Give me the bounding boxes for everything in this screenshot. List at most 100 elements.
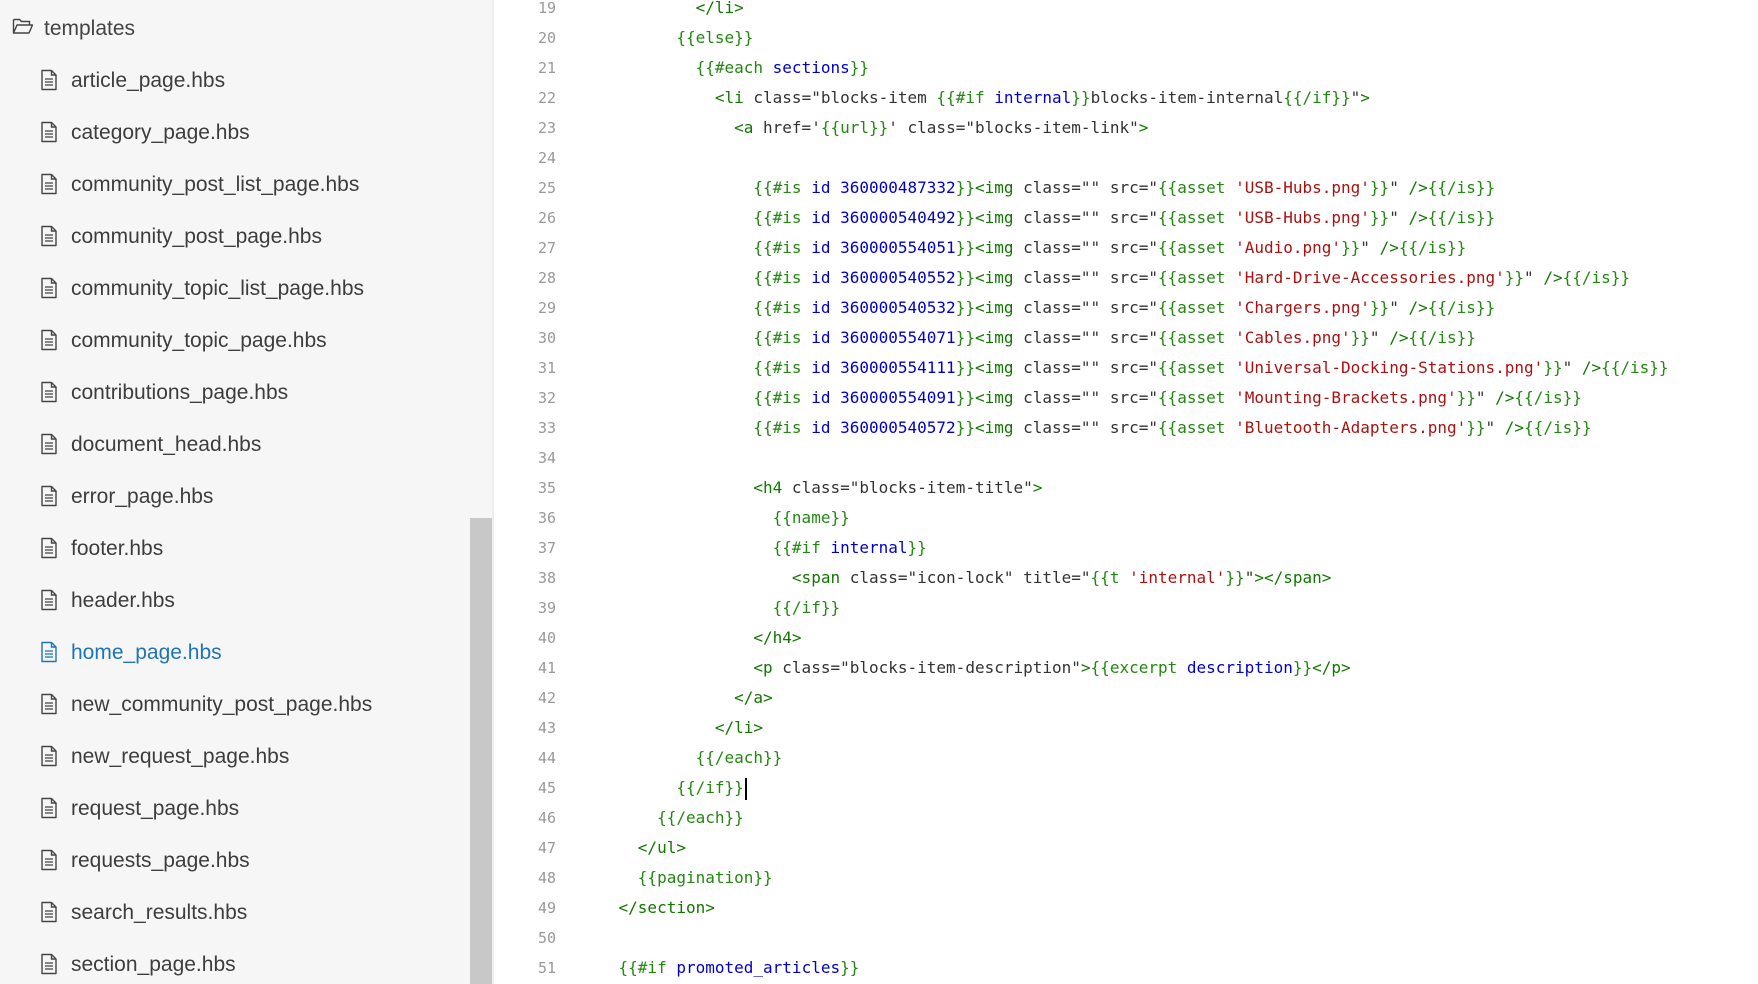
- line-code: </li>: [714, 718, 764, 737]
- code-line[interactable]: 21 {{#each sections}}: [494, 53, 1669, 83]
- code-line[interactable]: 44 {{/each}}: [494, 743, 1669, 773]
- file-item-header-hbs[interactable]: header.hbs: [40, 575, 372, 627]
- code-line[interactable]: 28 {{#is id 360000540552}}<img class="" …: [494, 263, 1669, 293]
- line-code: {{/each}}: [657, 808, 744, 827]
- file-item-contributions-page-hbs[interactable]: contributions_page.hbs: [40, 367, 372, 419]
- line-number: 24: [537, 149, 556, 167]
- line-number: 35: [537, 479, 556, 497]
- code-line[interactable]: 24: [494, 143, 1669, 173]
- line-code: {{#each sections}}: [695, 58, 869, 77]
- file-item-document-head-hbs[interactable]: document_head.hbs: [40, 419, 372, 471]
- code-line[interactable]: 19 </li>: [494, 0, 1669, 23]
- file-icon: [40, 797, 60, 821]
- code-line[interactable]: 38 <span class="icon-lock" title="{{t 'i…: [494, 563, 1669, 593]
- code-line[interactable]: 49 </section>: [494, 893, 1669, 923]
- file-item-error-page-hbs[interactable]: error_page.hbs: [40, 471, 372, 523]
- file-item-requests-page-hbs[interactable]: requests_page.hbs: [40, 835, 372, 887]
- line-number: 25: [537, 179, 556, 197]
- code-line[interactable]: 22 <li class="blocks-item {{#if internal…: [494, 83, 1669, 113]
- code-line[interactable]: 27 {{#is id 360000554051}}<img class="" …: [494, 233, 1669, 263]
- code-line[interactable]: 45 {{/if}}: [494, 773, 1669, 803]
- folder-label: templates: [44, 17, 136, 40]
- line-code: {{name}}: [772, 508, 850, 527]
- code-line[interactable]: 47 </ul>: [494, 833, 1669, 863]
- code-line[interactable]: 48 {{pagination}}: [494, 863, 1669, 893]
- file-tree-sidebar: templates article_page.hbs category_page.…: [0, 0, 470, 984]
- file-item-new-request-page-hbs[interactable]: new_request_page.hbs: [40, 731, 372, 783]
- file-label: section_page.hbs: [71, 953, 236, 976]
- file-label: community_topic_page.hbs: [71, 329, 327, 352]
- line-code: <a href='{{url}}' class="blocks-item-lin…: [734, 118, 1149, 137]
- code-line[interactable]: 30 {{#is id 360000554071}}<img class="" …: [494, 323, 1669, 353]
- code-line[interactable]: 34: [494, 443, 1669, 473]
- code-line[interactable]: 40 </h4>: [494, 623, 1669, 653]
- line-number: 38: [537, 569, 556, 587]
- code-line[interactable]: 31 {{#is id 360000554111}}<img class="" …: [494, 353, 1669, 383]
- line-code: {{/if}}: [580, 773, 747, 803]
- line-code: {{#is id 360000540532}}<img class="" src…: [753, 298, 1496, 317]
- code-line[interactable]: 37 {{#if internal}}: [494, 533, 1669, 563]
- file-item-community-post-list-page-hbs[interactable]: community_post_list_page.hbs: [40, 159, 372, 211]
- line-number: 48: [537, 869, 556, 887]
- file-item-category-page-hbs[interactable]: category_page.hbs: [40, 107, 372, 159]
- file-label: community_post_page.hbs: [71, 225, 322, 248]
- line-number: 37: [537, 539, 556, 557]
- file-item-footer-hbs[interactable]: footer.hbs: [40, 523, 372, 575]
- file-list: article_page.hbs category_page.hbs communi…: [40, 55, 372, 984]
- file-icon: [40, 641, 60, 665]
- line-number: 45: [537, 779, 556, 797]
- code-line[interactable]: 42 </a>: [494, 683, 1669, 713]
- line-code: </ul>: [637, 838, 686, 857]
- code-line[interactable]: 32 {{#is id 360000554091}}<img class="" …: [494, 383, 1669, 413]
- code-line[interactable]: 50: [494, 923, 1669, 953]
- line-number: 29: [537, 299, 556, 317]
- file-item-new-community-post-page-hbs[interactable]: new_community_post_page.hbs: [40, 679, 372, 731]
- code-line[interactable]: 33 {{#is id 360000540572}}<img class="" …: [494, 413, 1669, 443]
- code-line[interactable]: 39 {{/if}}: [494, 593, 1669, 623]
- file-label: requests_page.hbs: [71, 849, 250, 872]
- line-number: 21: [537, 59, 556, 77]
- code-line[interactable]: 23 <a href='{{url}}' class="blocks-item-…: [494, 113, 1669, 143]
- code-line[interactable]: 20 {{else}}: [494, 23, 1669, 53]
- code-line[interactable]: 29 {{#is id 360000540532}}<img class="" …: [494, 293, 1669, 323]
- file-item-community-topic-page-hbs[interactable]: community_topic_page.hbs: [40, 315, 372, 367]
- file-icon: [40, 485, 60, 509]
- line-number: 50: [537, 929, 556, 947]
- line-code: <p class="blocks-item-description">{{exc…: [753, 658, 1351, 677]
- line-code: {{#is id 360000554091}}<img class="" src…: [753, 388, 1582, 407]
- folder-open-icon: [12, 17, 44, 41]
- line-code: {{/each}}: [695, 748, 783, 767]
- code-line[interactable]: 26 {{#is id 360000540492}}<img class="" …: [494, 203, 1669, 233]
- code-line[interactable]: 43 </li>: [494, 713, 1669, 743]
- file-icon: [40, 329, 60, 353]
- file-item-article-page-hbs[interactable]: article_page.hbs: [40, 55, 372, 107]
- file-icon: [40, 121, 60, 145]
- file-item-request-page-hbs[interactable]: request_page.hbs: [40, 783, 372, 835]
- code-line[interactable]: 35 <h4 class="blocks-item-title">: [494, 473, 1669, 503]
- code-editor[interactable]: 19 </li> 20 {{else}} 21 {{#each sections}}…: [494, 0, 1758, 984]
- file-item-community-topic-list-page-hbs[interactable]: community_topic_list_page.hbs: [40, 263, 372, 315]
- file-label: header.hbs: [71, 589, 175, 612]
- file-icon: [40, 537, 60, 561]
- file-item-home-page-hbs[interactable]: home_page.hbs: [40, 627, 372, 679]
- line-number: 23: [537, 119, 556, 137]
- file-item-search-results-hbs[interactable]: search_results.hbs: [40, 887, 372, 939]
- code-line[interactable]: 36 {{name}}: [494, 503, 1669, 533]
- line-code: {{#is id 360000554071}}<img class="" src…: [753, 328, 1476, 347]
- line-number: 32: [537, 389, 556, 407]
- folder-templates[interactable]: templates: [12, 14, 135, 44]
- code-line[interactable]: 51 {{#if promoted_articles}}: [494, 953, 1669, 983]
- line-code: {{else}}: [676, 28, 754, 47]
- code-line[interactable]: 46 {{/each}}: [494, 803, 1669, 833]
- line-number: 42: [537, 689, 556, 707]
- file-label: search_results.hbs: [71, 901, 248, 924]
- sidebar-scrollbar-thumb[interactable]: [470, 518, 492, 984]
- file-item-section-page-hbs[interactable]: section_page.hbs: [40, 939, 372, 984]
- file-item-community-post-page-hbs[interactable]: community_post_page.hbs: [40, 211, 372, 263]
- file-icon: [40, 849, 60, 873]
- file-icon: [40, 433, 60, 457]
- code-line[interactable]: 25 {{#is id 360000487332}}<img class="" …: [494, 173, 1669, 203]
- code-line[interactable]: 41 <p class="blocks-item-description">{{…: [494, 653, 1669, 683]
- file-label: document_head.hbs: [71, 433, 262, 456]
- file-label: community_topic_list_page.hbs: [71, 277, 364, 300]
